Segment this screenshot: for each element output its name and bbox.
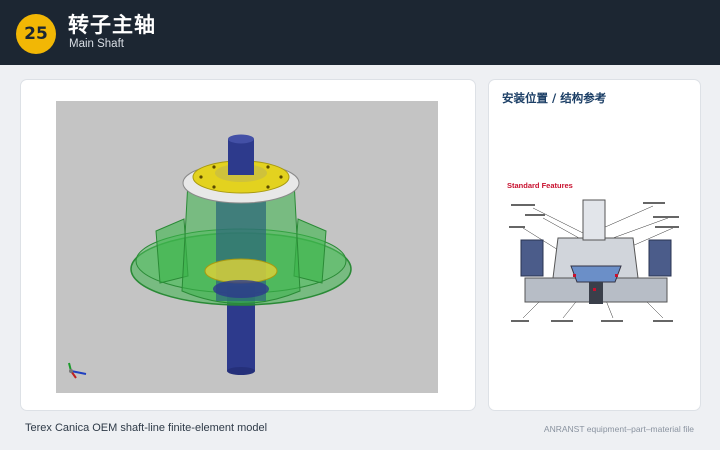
reference-heading: 安装位置 / 结构参考 <box>502 91 607 105</box>
page-title: 转子主轴 <box>68 13 156 37</box>
slide-number-badge: 25 <box>16 14 56 54</box>
figure-caption: Terex Canica OEM shaft-line finite-eleme… <box>25 422 268 434</box>
standard-features-label: Standard Features <box>507 181 573 190</box>
main-shaft-3d-model <box>68 134 352 379</box>
source-note: ANRANST equipment–part–material file <box>543 424 694 434</box>
fea-model-viewport <box>56 101 438 393</box>
model-card <box>20 79 476 411</box>
reference-card: 安装位置 / 结构参考 Standard Features <box>488 79 701 411</box>
page-subtitle: Main Shaft <box>69 38 124 50</box>
crusher-cutaway-diagram: Standard Features <box>503 178 686 338</box>
axis-triad-icon <box>68 362 87 379</box>
header-bar: 25 转子主轴 Main Shaft <box>0 0 720 65</box>
